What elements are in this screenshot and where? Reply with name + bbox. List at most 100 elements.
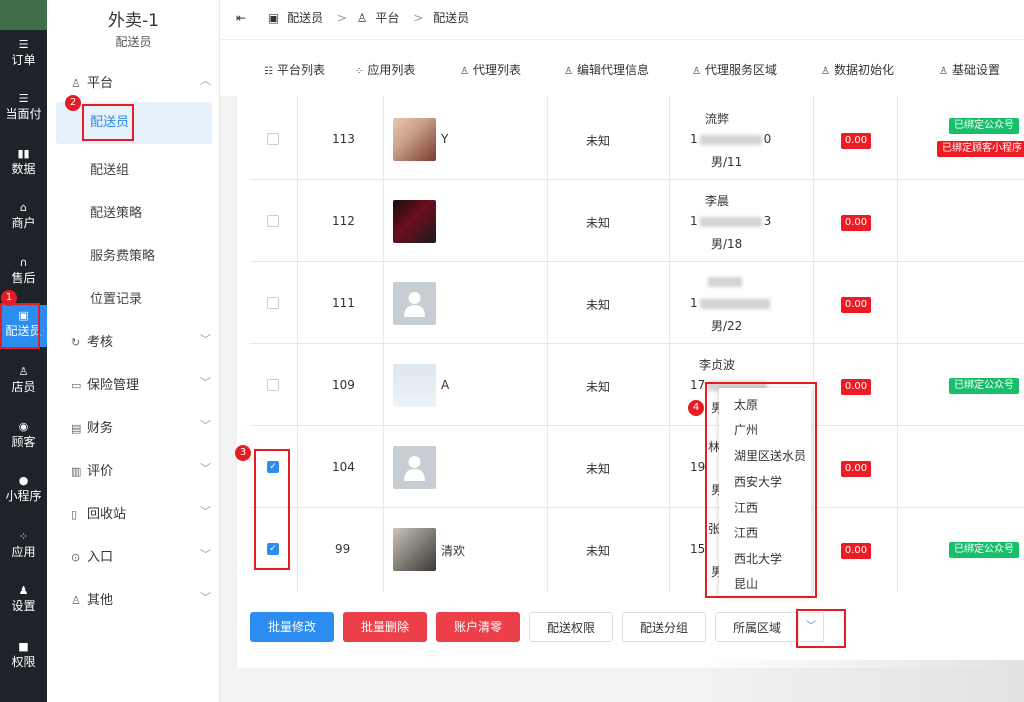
tab-agent-list[interactable]: ♙ 代理列表 xyxy=(460,61,521,78)
chevron-up-icon: ︿ xyxy=(200,74,211,87)
nav-apps[interactable]: ⁘ 应用 xyxy=(0,530,47,560)
highlight-box xyxy=(254,449,290,570)
delivery-permission-button[interactable]: 配送权限 xyxy=(529,612,613,642)
step-marker: 3 xyxy=(235,445,251,461)
batch-edit-button[interactable]: 批量修改 xyxy=(250,612,334,642)
nav-staff[interactable]: ♙ 店员 xyxy=(0,365,47,395)
sidebar-group-review[interactable]: ▥ 评价 ﹀ xyxy=(71,460,211,479)
delivery-group-button[interactable]: 配送分组 xyxy=(622,612,706,642)
sidebar-item-location-log[interactable]: 位置记录 xyxy=(90,288,142,307)
breadcrumb-item: 配送员 xyxy=(433,11,470,25)
user-settings-icon: ♙ xyxy=(71,77,81,90)
chevron-down-icon: ﹀ xyxy=(200,376,211,389)
nickname: Y xyxy=(441,132,449,146)
user-settings-icon: ♙ xyxy=(356,11,368,25)
table-panel: 113 Y 未知 流弊 10 男/11 0.00 已绑定公众号 已绑定顾客小程序… xyxy=(237,96,1024,668)
table-row: 111 未知 1 男/22 0.00 xyxy=(250,262,1024,344)
breadcrumb-item[interactable]: 平台 xyxy=(375,11,399,25)
tab-bar: ☷ 平台列表 ⁘ 应用列表 ♙ 代理列表 ♙ 编辑代理信息 ♙ 代理服务区域 ♙ 数据初始化… xyxy=(220,40,1024,96)
table-row: 109 A 未知 李贞波 17 男 0.00 已绑定公众号 xyxy=(250,344,1024,426)
users-icon: ♙ xyxy=(460,66,469,77)
store-title: 外卖-1 xyxy=(108,11,159,31)
main-icon-sidebar: ☰ 订单 ☰ 当面付 ▮▮ 数据 ⌂ 商户 ∩ 售后 ▣ 配送员 ♙ 店员 ◉ … xyxy=(0,0,47,702)
truck-icon: ▣ xyxy=(267,11,280,25)
avatar xyxy=(393,200,436,243)
balance-badge: 0.00 xyxy=(841,461,871,477)
row-checkbox[interactable] xyxy=(267,215,279,227)
status-badge: 已绑定公众号 xyxy=(949,118,1019,134)
sidebar-item-delivery-staff[interactable]: 配送员 xyxy=(56,102,212,144)
row-checkbox[interactable] xyxy=(267,379,279,391)
row-id: 113 xyxy=(332,132,355,146)
phone: 10 xyxy=(690,132,772,146)
nav-settings[interactable]: ♟ 设置 xyxy=(0,584,47,614)
step-marker: 4 xyxy=(688,400,704,416)
apps-icon: ⁘ xyxy=(18,530,29,543)
store-icon: ⌂ xyxy=(20,201,27,214)
balance-badge: 0.00 xyxy=(841,297,871,313)
gender-age: 男/22 xyxy=(711,319,743,333)
nav-orders[interactable]: ☰ 订单 xyxy=(0,38,47,68)
ledger-icon: ▤ xyxy=(71,422,82,435)
trash-icon: ▯ xyxy=(71,508,78,521)
breadcrumb-separator: > xyxy=(413,11,424,25)
user-plus-icon: ♙ xyxy=(71,594,81,607)
status-text: 未知 xyxy=(586,380,611,394)
nav-data[interactable]: ▮▮ 数据 xyxy=(0,147,47,177)
sidebar-group-recycle[interactable]: ▯ 回收站 ﹀ xyxy=(71,503,211,522)
nav-aftersale[interactable]: ∩ 售后 xyxy=(0,256,47,286)
list-icon: ☰ xyxy=(18,38,29,51)
status-badge: 已绑定公众号 xyxy=(949,542,1019,558)
sidebar-group-platform[interactable]: ♙ 平台 ︿ xyxy=(71,72,211,91)
list-icon: ☰ xyxy=(18,92,29,105)
tab-platform-list[interactable]: ☷ 平台列表 xyxy=(264,61,325,78)
avatar xyxy=(393,446,436,489)
gender-age: 男/11 xyxy=(711,155,743,169)
sidebar-item-delivery-group[interactable]: 配送组 xyxy=(90,159,129,178)
phone: 1 xyxy=(690,296,772,310)
highlight-box xyxy=(705,382,817,598)
highlight-box xyxy=(0,303,40,349)
breadcrumb-item[interactable]: 配送员 xyxy=(287,11,323,25)
collapse-menu-icon[interactable]: ⇤ xyxy=(236,11,246,25)
sidebar-group-finance[interactable]: ▤ 财务 ﹀ xyxy=(71,417,211,436)
chevron-down-icon: ﹀ xyxy=(200,462,211,475)
apps-icon: ⁘ xyxy=(355,66,364,77)
clear-account-button[interactable]: 账户清零 xyxy=(436,612,520,642)
top-bar: ⇤ ▣ 配送员 > ♙ 平台 > 配送员 xyxy=(220,0,1024,40)
region-button[interactable]: 所属区域 xyxy=(715,612,799,642)
rider-name: 李晨 xyxy=(705,194,730,208)
tab-app-list[interactable]: ⁘ 应用列表 xyxy=(355,61,415,78)
nav-pay[interactable]: ☰ 当面付 xyxy=(0,92,47,122)
users-icon: ♙ xyxy=(821,66,830,77)
sidebar-item-service-fee[interactable]: 服务费策略 xyxy=(90,245,155,264)
batch-delete-button[interactable]: 批量删除 xyxy=(343,612,427,642)
nav-customer[interactable]: ◉ 顾客 xyxy=(0,420,47,450)
balance-badge: 0.00 xyxy=(841,379,871,395)
sidebar-group-entry[interactable]: ⊙ 入口 ﹀ xyxy=(71,546,211,565)
bar-chart-icon: ▮▮ xyxy=(17,147,30,160)
sidebar-group-insurance[interactable]: ▭ 保险管理 ﹀ xyxy=(71,374,211,393)
lock-icon: ■ xyxy=(18,640,29,653)
sidebar-group-other[interactable]: ♙ 其他 ﹀ xyxy=(71,589,211,608)
row-checkbox[interactable] xyxy=(267,297,279,309)
nav-merchant[interactable]: ⌂ 商户 xyxy=(0,201,47,231)
table-row: ✓ 99 清欢 未知 张 15 男 0.00 已绑定公众号 xyxy=(250,508,1024,590)
tab-agent-region[interactable]: ♙ 代理服务区域 xyxy=(692,61,777,78)
users-icon: ♙ xyxy=(939,66,948,77)
chevron-down-icon: ﹀ xyxy=(200,419,211,432)
tab-data-init[interactable]: ♙ 数据初始化 xyxy=(821,61,894,78)
tab-basic-settings[interactable]: ♙ 基础设置 xyxy=(939,61,1000,78)
nav-permission[interactable]: ■ 权限 xyxy=(0,640,47,670)
tab-edit-agent[interactable]: ♙ 编辑代理信息 xyxy=(564,61,649,78)
target-icon: ⊙ xyxy=(71,551,81,564)
row-checkbox[interactable] xyxy=(267,133,279,145)
avatar xyxy=(393,282,436,325)
nav-miniprogram[interactable]: ● 小程序 xyxy=(0,474,47,504)
phone: 19 xyxy=(690,460,706,474)
bottom-fade xyxy=(700,660,1024,702)
row-id: 104 xyxy=(332,460,355,474)
step-marker: 2 xyxy=(65,95,81,111)
sidebar-item-delivery-strategy[interactable]: 配送策略 xyxy=(90,202,142,221)
sidebar-group-assessment[interactable]: ↻ 考核 ﹀ xyxy=(71,331,211,350)
